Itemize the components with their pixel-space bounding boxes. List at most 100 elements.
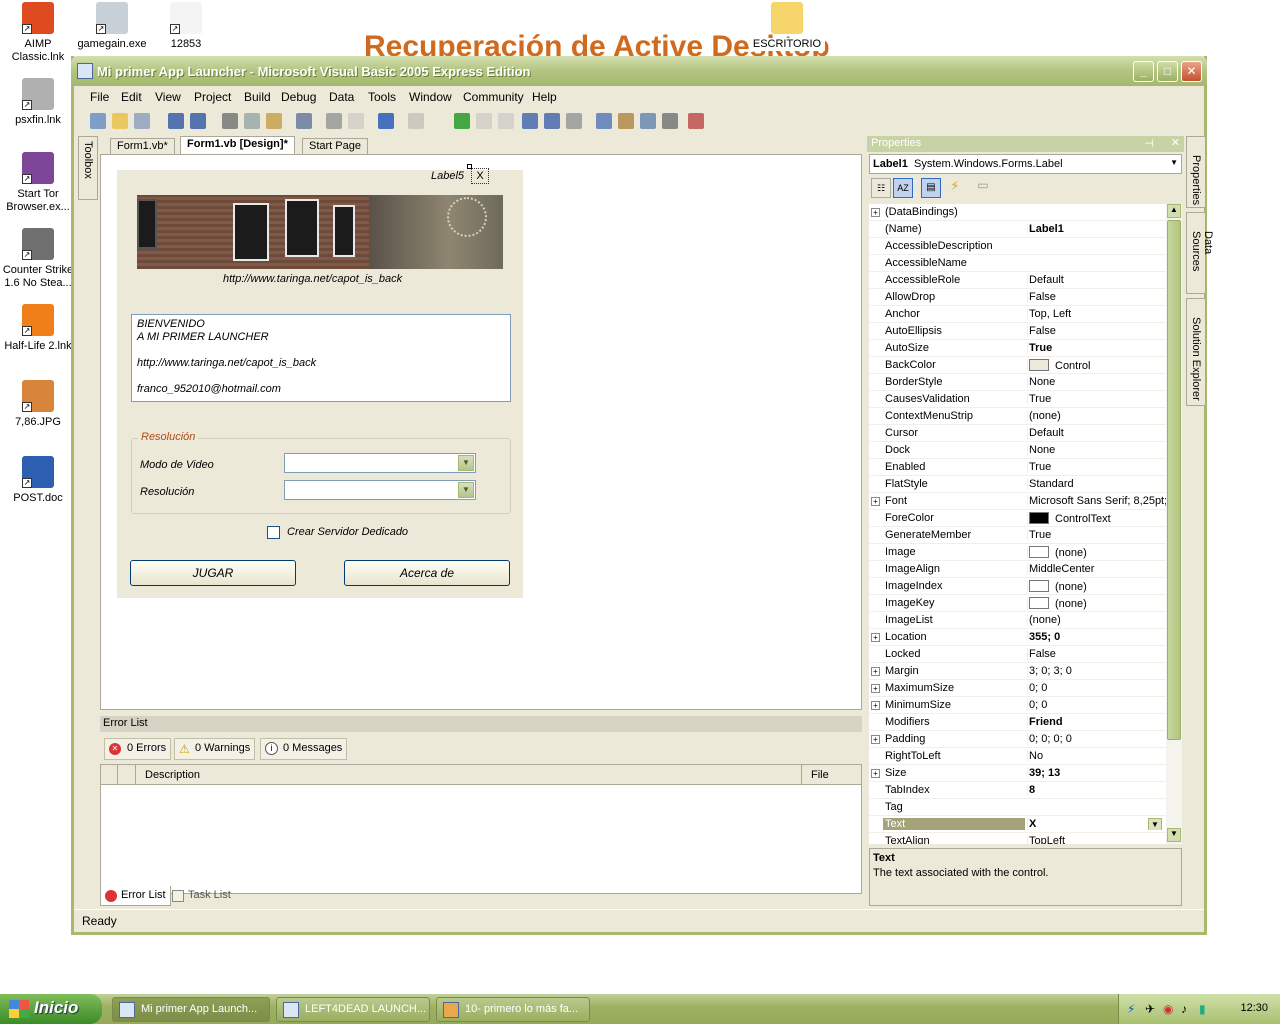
desktop-icon[interactable]: ↗ Half-Life 2.lnk [0,304,76,353]
property-row[interactable]: TextAlign TopLeft [869,833,1166,844]
property-row[interactable]: FlatStyle Standard [869,476,1166,493]
property-value[interactable]: Default [1027,274,1166,286]
object-browser-icon[interactable] [640,113,656,129]
start-icon[interactable] [454,113,470,129]
property-value[interactable]: Label1 [1027,223,1166,235]
menu-help[interactable]: Help [532,90,557,104]
find-icon[interactable] [296,113,312,129]
property-value[interactable]: (none) [1027,546,1166,559]
property-row[interactable]: Locked False [869,646,1166,663]
desktop-icon[interactable]: ↗ POST.doc [0,456,76,505]
taskbar-item-vb[interactable]: Mi primer App Launch... [112,997,270,1022]
property-row[interactable]: Dock None [869,442,1166,459]
property-row[interactable]: BackColor Control [869,357,1166,374]
property-value[interactable]: True [1027,461,1166,473]
property-row[interactable]: Text X ▼ [869,816,1166,833]
tab-error-list[interactable]: Error List [100,886,171,906]
warnings-filter-button[interactable]: ⚠ 0 Warnings [174,738,256,760]
property-value[interactable]: MiddleCenter [1027,563,1166,575]
desktop-icon[interactable]: ↗ Counter Strike 1.6 No Stea... [0,228,76,290]
expand-icon[interactable]: + [871,633,880,642]
form1[interactable]: Label5 X http://www.taringa.net/capot_is… [117,164,523,598]
property-value[interactable]: None [1027,444,1166,456]
step-out-icon[interactable] [566,113,582,129]
property-value[interactable]: Microsoft Sans Serif; 8,25pt; [1027,495,1166,507]
property-value[interactable]: ControlText [1027,512,1166,525]
property-value[interactable]: Default [1027,427,1166,439]
side-tab-properties[interactable]: Properties [1186,136,1206,208]
property-value[interactable]: False [1027,325,1166,337]
chevron-down-icon[interactable]: ▼ [1148,818,1162,830]
maximize-button[interactable]: □ [1157,61,1178,82]
scroll-thumb[interactable] [1167,220,1181,740]
step-over-icon[interactable] [544,113,560,129]
property-value[interactable]: 0; 0 [1027,682,1166,694]
open-icon[interactable] [112,113,128,129]
property-value[interactable]: TopLeft [1027,835,1166,844]
error-list-grid[interactable]: Description File [100,764,862,894]
menu-file[interactable]: File [90,90,109,104]
expand-icon[interactable]: + [871,701,880,710]
property-row[interactable]: Anchor Top, Left [869,306,1166,323]
column-file[interactable]: File [811,769,829,781]
expand-icon[interactable]: + [871,208,880,217]
options-icon[interactable] [688,113,704,129]
property-value[interactable]: False [1027,291,1166,303]
paste-icon[interactable] [266,113,282,129]
tab-start-page[interactable]: Start Page [302,138,368,154]
menu-edit[interactable]: Edit [121,90,142,104]
menu-view[interactable]: View [155,90,181,104]
desktop-icon[interactable]: ↗ AIMP Classic.lnk [0,2,76,64]
tab-form1-design[interactable]: Form1.vb [Design]* [180,136,295,154]
properties-icon[interactable] [618,113,634,129]
security-icon[interactable]: ◉ [1163,1002,1173,1016]
expand-icon[interactable]: + [871,735,880,744]
chevron-down-icon[interactable]: ▼ [458,482,474,498]
solution-explorer-icon[interactable] [596,113,612,129]
property-value[interactable]: 355; 0 [1027,631,1166,643]
property-row[interactable]: Image (none) [869,544,1166,561]
menu-tools[interactable]: Tools [368,90,396,104]
property-grid-scrollbar[interactable]: ▲ ▼ [1166,204,1182,844]
close-button[interactable]: ✕ [1181,61,1202,82]
property-pages-icon[interactable]: ▭ [973,178,993,198]
property-row[interactable]: + MinimumSize 0; 0 [869,697,1166,714]
scroll-down-icon[interactable]: ▼ [1167,828,1181,842]
desktop-icon[interactable]: ↗ 7,86.JPG [0,380,76,429]
property-value[interactable]: 8 [1027,784,1166,796]
welcome-textbox[interactable]: BIENVENIDO A MI PRIMER LAUNCHER http://w… [131,314,511,402]
property-row[interactable]: ImageAlign MiddleCenter [869,561,1166,578]
label1-selected[interactable]: X [471,168,489,184]
expand-icon[interactable]: + [871,497,880,506]
property-value[interactable]: True [1027,342,1166,354]
property-row[interactable]: ImageIndex (none) [869,578,1166,595]
property-row[interactable]: ImageKey (none) [869,595,1166,612]
dedicated-server-checkbox[interactable] [267,526,280,539]
property-value[interactable]: 0; 0 [1027,699,1166,711]
scroll-up-icon[interactable]: ▲ [1167,204,1181,218]
desktop-icon[interactable]: ESCRITORIO [749,2,825,51]
save-all-icon[interactable] [190,113,206,129]
messages-filter-button[interactable]: i 0 Messages [260,738,348,760]
property-row[interactable]: Enabled True [869,459,1166,476]
property-value[interactable]: True [1027,529,1166,541]
property-value[interactable]: X ▼ [1027,818,1166,830]
property-value[interactable]: Standard [1027,478,1166,490]
property-row[interactable]: Cursor Default [869,425,1166,442]
desktop-icon[interactable]: ↗ psxfin.lnk [0,78,76,127]
power-icon[interactable]: ⚡ [1127,1002,1135,1016]
toolbox-tab[interactable]: Toolbox [78,136,98,200]
events-icon[interactable]: ⚡ [945,178,965,198]
property-row[interactable]: CausesValidation True [869,391,1166,408]
menu-community[interactable]: Community [463,90,524,104]
resolution-combo[interactable]: ▼ [284,480,476,500]
property-value[interactable]: (none) [1027,597,1166,610]
copy-icon[interactable] [244,113,260,129]
side-tab-solution-explorer[interactable]: Solution Explorer [1186,298,1206,406]
signal-icon[interactable]: ▮ [1199,1002,1206,1016]
selection-handle[interactable] [467,164,472,169]
property-row[interactable]: + Padding 0; 0; 0; 0 [869,731,1166,748]
property-row[interactable]: ForeColor ControlText [869,510,1166,527]
property-row[interactable]: ImageList (none) [869,612,1166,629]
label5[interactable]: Label5 [431,170,464,182]
